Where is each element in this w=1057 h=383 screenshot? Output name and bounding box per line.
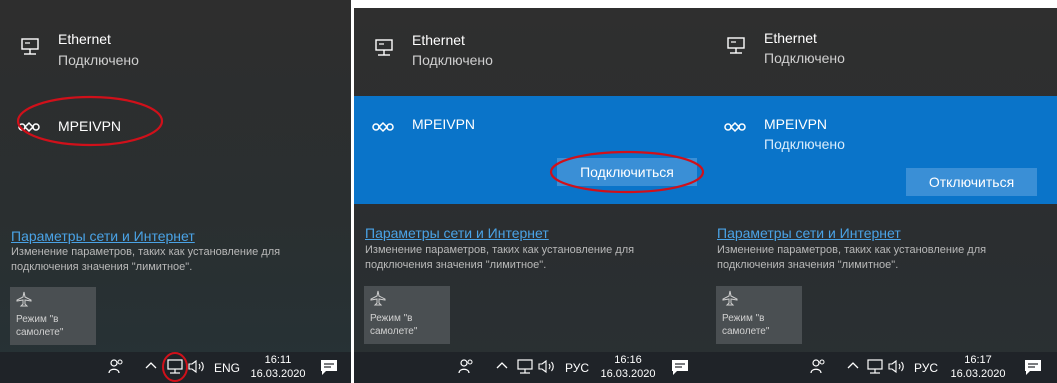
- taskbar: ENG 16:11 16.03.2020: [0, 352, 351, 383]
- taskbar: РУС 16:16 16.03.2020: [354, 352, 711, 383]
- ethernet-icon: [375, 39, 393, 56]
- ethernet-item[interactable]: Ethernet Подключено: [706, 8, 1057, 96]
- chevron-up-icon[interactable]: [847, 360, 859, 370]
- volume-icon[interactable]: [888, 359, 906, 374]
- airplane-mode-label: Режим "в самолете": [722, 313, 770, 337]
- clock-date[interactable]: 16.03.2020: [600, 368, 656, 380]
- airplane-mode-tile[interactable]: Режим "в самолете": [716, 286, 802, 344]
- clock-date[interactable]: 16.03.2020: [250, 368, 306, 380]
- people-icon[interactable]: [108, 358, 124, 374]
- airplane-icon: [722, 290, 738, 306]
- volume-icon[interactable]: [188, 359, 206, 374]
- vpn-icon: [372, 121, 394, 133]
- connect-button[interactable]: Подключиться: [557, 158, 697, 186]
- clock-time[interactable]: 16:11: [250, 354, 306, 366]
- language-indicator[interactable]: РУС: [565, 361, 589, 375]
- network-settings-link[interactable]: Параметры сети и Интернет: [717, 225, 901, 241]
- airplane-mode-label: Режим "в самолете": [370, 313, 418, 337]
- network-flyout-3: Ethernet Подключено MPEIVPN Подключено О…: [706, 8, 1057, 383]
- vpn-item[interactable]: MPEIVPN: [0, 100, 351, 158]
- ethernet-status: Подключено: [764, 50, 845, 66]
- ethernet-name: Ethernet: [764, 30, 817, 46]
- notification-icon[interactable]: [1024, 359, 1042, 376]
- notification-icon[interactable]: [671, 359, 689, 376]
- airplane-icon: [16, 291, 32, 307]
- ethernet-icon: [21, 38, 39, 55]
- chevron-up-icon[interactable]: [496, 360, 508, 370]
- airplane-mode-label: Режим "в самолете": [16, 314, 64, 338]
- vpn-icon: [724, 121, 746, 133]
- ethernet-status: Подключено: [412, 52, 493, 68]
- vpn-name: MPEIVPN: [58, 118, 122, 134]
- network-flyout-1: Ethernet Подключено MPEIVPN Параметры се…: [0, 0, 351, 383]
- vpn-item[interactable]: MPEIVPN Подключиться: [354, 96, 711, 204]
- ethernet-name: Ethernet: [412, 32, 465, 48]
- people-icon[interactable]: [810, 358, 826, 374]
- clock-time[interactable]: 16:16: [600, 354, 656, 366]
- airplane-icon: [370, 290, 386, 306]
- clock-date[interactable]: 16.03.2020: [950, 368, 1006, 380]
- network-icon[interactable]: [867, 359, 883, 374]
- vpn-icon: [18, 121, 40, 133]
- ethernet-item[interactable]: Ethernet Подключено: [354, 8, 711, 96]
- vpn-status: Подключено: [764, 136, 845, 152]
- volume-icon[interactable]: [538, 359, 556, 374]
- vpn-name: MPEIVPN: [764, 116, 828, 132]
- people-icon[interactable]: [458, 358, 474, 374]
- clock-time[interactable]: 16:17: [950, 354, 1006, 366]
- network-icon[interactable]: [517, 359, 533, 374]
- network-icon[interactable]: [167, 359, 183, 374]
- network-settings-link[interactable]: Параметры сети и Интернет: [365, 225, 549, 241]
- disconnect-button[interactable]: Отключиться: [906, 168, 1037, 196]
- network-settings-description: Изменение параметров, таких как установл…: [365, 244, 635, 271]
- notification-icon[interactable]: [320, 359, 338, 376]
- network-flyout-2: Ethernet Подключено MPEIVPN Подключиться…: [354, 8, 711, 383]
- vpn-name: MPEIVPN: [412, 116, 476, 132]
- ethernet-name: Ethernet: [58, 31, 111, 47]
- taskbar: РУС 16:17 16.03.2020: [706, 352, 1057, 383]
- network-settings-link[interactable]: Параметры сети и Интернет: [11, 228, 195, 244]
- language-indicator[interactable]: ENG: [214, 361, 240, 375]
- ethernet-item[interactable]: Ethernet Подключено: [0, 0, 351, 88]
- airplane-mode-tile[interactable]: Режим "в самолете": [10, 287, 96, 345]
- network-settings-description: Изменение параметров, таких как установл…: [717, 244, 987, 271]
- airplane-mode-tile[interactable]: Режим "в самолете": [364, 286, 450, 344]
- chevron-up-icon[interactable]: [145, 360, 157, 370]
- language-indicator[interactable]: РУС: [914, 361, 938, 375]
- vpn-item[interactable]: MPEIVPN Подключено Отключиться: [706, 96, 1057, 204]
- ethernet-icon: [727, 37, 745, 54]
- ethernet-status: Подключено: [58, 52, 139, 68]
- network-settings-description: Изменение параметров, таких как установл…: [11, 246, 281, 273]
